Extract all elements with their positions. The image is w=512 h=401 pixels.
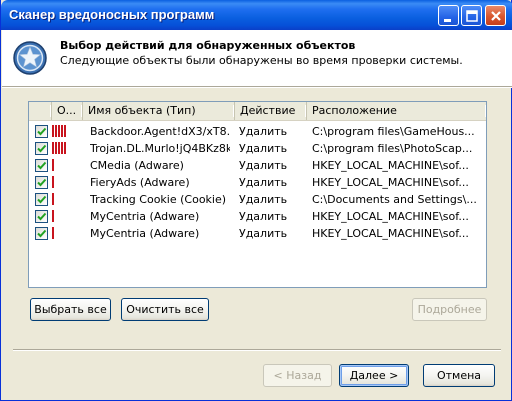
object-location: C:\program files\GameHous... — [312, 125, 475, 138]
object-action: Удалить — [239, 142, 288, 155]
object-action: Удалить — [239, 159, 288, 172]
maximize-icon — [466, 10, 478, 22]
threat-level-bar — [52, 142, 54, 154]
object-name: Backdoor.Agent!dX3/xT8... — [90, 125, 230, 138]
next-button[interactable]: Далее > — [339, 364, 409, 387]
list-header: О... Имя объекта (Тип) Действие Располож… — [29, 102, 486, 121]
window-title: Сканер вредоносных программ — [9, 7, 215, 22]
column-checkbox[interactable] — [29, 102, 52, 120]
title-bar[interactable]: Сканер вредоносных программ — [1, 0, 512, 30]
minimize-icon — [444, 19, 451, 22]
threat-level-bar — [64, 142, 66, 154]
column-action[interactable]: Действие — [235, 102, 307, 120]
object-location: HKEY_LOCAL_MACHINE\sof... — [312, 227, 469, 240]
close-button[interactable] — [485, 5, 506, 26]
object-name: Tracking Cookie (Cookie) — [90, 193, 227, 206]
object-name: MyCentria (Adware) — [90, 227, 200, 240]
row-checkbox[interactable] — [35, 176, 48, 189]
details-button[interactable]: Подробнее — [412, 298, 487, 321]
object-action: Удалить — [239, 125, 288, 138]
checkmark-icon — [37, 178, 47, 187]
footer-divider — [13, 349, 501, 351]
threat-level-bar — [64, 125, 66, 137]
list-item[interactable]: Trojan.DL.Murlo!jQ4BKz8k... Удалить C:\pro… — [29, 140, 486, 157]
threat-level-bar — [52, 125, 54, 137]
threat-level-bar — [55, 142, 57, 154]
threat-level-indicator — [52, 159, 66, 171]
threat-level-bar — [52, 210, 54, 222]
threat-level-bar — [58, 142, 60, 154]
header-divider — [2, 86, 512, 88]
object-location: HKEY_LOCAL_MACHINE\sof... — [312, 159, 469, 172]
wizard-header: Выбор действий для обнаруженных объектов… — [2, 30, 512, 86]
object-name: MyCentria (Adware) — [90, 210, 200, 223]
object-action: Удалить — [239, 176, 288, 189]
select-all-button[interactable]: Выбрать все — [30, 298, 111, 321]
column-name[interactable]: Имя объекта (Тип) — [83, 102, 235, 120]
threat-level-bar — [52, 193, 54, 205]
threat-level-indicator — [52, 193, 66, 205]
object-action: Удалить — [239, 193, 288, 206]
row-checkbox[interactable] — [35, 159, 48, 172]
column-location[interactable]: Расположение — [307, 102, 486, 120]
object-location: C:\program files\PhotoScap... — [312, 142, 473, 155]
checkmark-icon — [37, 144, 47, 153]
object-name: Trojan.DL.Murlo!jQ4BKz8k... — [90, 142, 230, 155]
scanner-window: Сканер вредоносных программ Выбор действ… — [0, 0, 512, 401]
header-subtitle: Следующие объекты были обнаружены во вре… — [60, 54, 463, 67]
object-name: CMedia (Adware) — [90, 159, 184, 172]
threat-level-bar — [55, 125, 57, 137]
list-item[interactable]: MyCentria (Adware) Удалить HKEY_LOCAL_MACH… — [29, 208, 486, 225]
maximize-button[interactable] — [461, 5, 482, 26]
clear-all-button[interactable]: Очистить все — [121, 298, 209, 321]
row-checkbox[interactable] — [35, 210, 48, 223]
list-item[interactable]: Backdoor.Agent!dX3/xT8... Удалить C:\progr… — [29, 123, 486, 140]
close-icon — [491, 11, 501, 21]
object-action: Удалить — [239, 227, 288, 240]
row-checkbox[interactable] — [35, 193, 48, 206]
list-item[interactable]: CMedia (Adware) Удалить HKEY_LOCAL_MACHINE… — [29, 157, 486, 174]
detected-objects-list[interactable]: О... Имя объекта (Тип) Действие Располож… — [28, 101, 487, 288]
threat-level-bar — [61, 125, 63, 137]
threat-level-indicator — [52, 142, 66, 154]
minimize-button[interactable] — [438, 5, 459, 26]
cancel-button[interactable]: Отмена — [423, 364, 495, 387]
threat-level-indicator — [52, 210, 66, 222]
shield-star-icon — [13, 41, 47, 75]
threat-level-indicator — [52, 227, 66, 239]
row-checkbox[interactable] — [35, 142, 48, 155]
object-name: FieryAds (Adware) — [90, 176, 190, 189]
checkmark-icon — [37, 229, 47, 238]
row-checkbox[interactable] — [35, 125, 48, 138]
threat-level-bar — [52, 227, 54, 239]
threat-level-bar — [52, 159, 54, 171]
header-title: Выбор действий для обнаруженных объектов — [60, 39, 356, 52]
threat-level-bar — [52, 176, 54, 188]
threat-level-bar — [61, 142, 63, 154]
threat-level-bar — [58, 125, 60, 137]
checkmark-icon — [37, 212, 47, 221]
object-location: HKEY_LOCAL_MACHINE\sof... — [312, 210, 469, 223]
threat-level-indicator — [52, 176, 66, 188]
checkmark-icon — [37, 195, 47, 204]
object-action: Удалить — [239, 210, 288, 223]
list-item[interactable]: FieryAds (Adware) Удалить HKEY_LOCAL_MACHI… — [29, 174, 486, 191]
object-location: HKEY_LOCAL_MACHINE\sof... — [312, 176, 469, 189]
object-location: C:\Documents and Settings\... — [312, 193, 477, 206]
back-button[interactable]: < Назад — [263, 364, 332, 387]
row-checkbox[interactable] — [35, 227, 48, 240]
list-item[interactable]: MyCentria (Adware) Удалить HKEY_LOCAL_MACH… — [29, 225, 486, 242]
list-item[interactable]: Tracking Cookie (Cookie) Удалить C:\Docume… — [29, 191, 486, 208]
column-level[interactable]: О... — [52, 102, 83, 120]
checkmark-icon — [37, 127, 47, 136]
checkmark-icon — [37, 161, 47, 170]
threat-level-indicator — [52, 125, 66, 137]
